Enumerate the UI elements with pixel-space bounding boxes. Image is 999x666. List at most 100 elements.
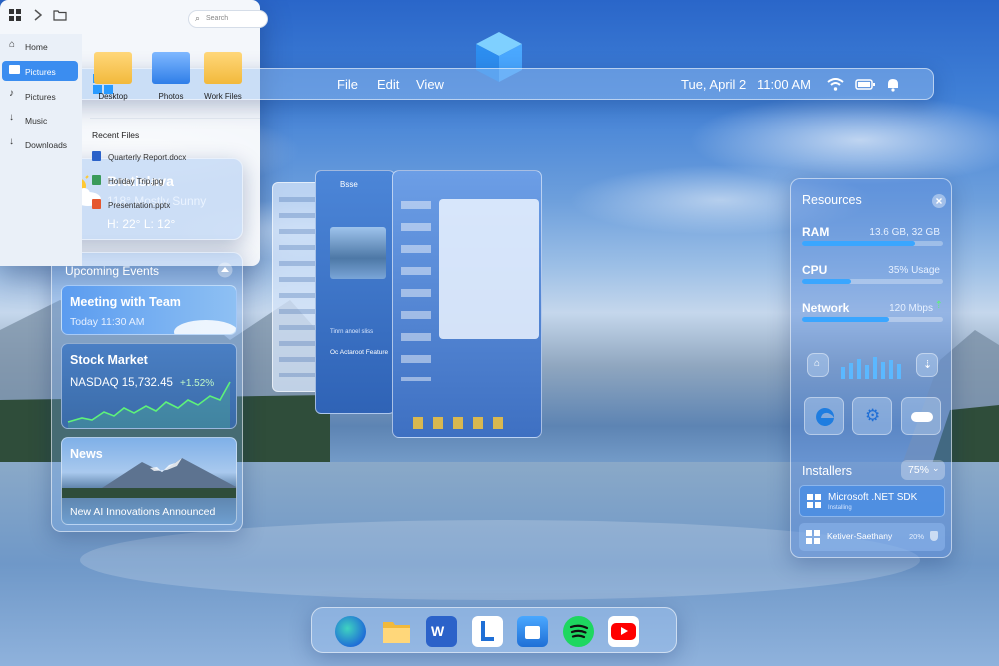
nav-pictures[interactable]: Pictures [25,92,56,102]
edge-icon[interactable] [335,616,366,647]
nav-home[interactable]: Home [25,42,48,52]
nav-downloads[interactable]: Downloads [25,140,67,150]
cpu-bar-fill [802,279,852,284]
menu-view[interactable]: View [416,77,444,92]
collapse-icon[interactable] [217,262,233,278]
play-icon [621,627,628,635]
search-placeholder: Search [206,15,229,22]
recent-file-1[interactable]: Quarterly Report.docx [108,153,186,162]
search-icon: ⌕ [195,13,201,23]
installer-name: Microsoft .NET SDK [828,492,918,503]
image-file-icon [92,175,101,185]
download-tile[interactable]: ⇣ [916,353,938,377]
divider [90,118,260,119]
window-preview-image [330,227,386,279]
installers-percent-dropdown[interactable]: 75% ⌄ [901,460,945,480]
window-title: Bsse [340,180,358,189]
network-bar-fill [802,317,890,322]
installers-percent: 75% [908,464,930,476]
window-footer-2: Oc Actaroot Feature [330,349,389,356]
events-header: Upcoming Events [65,264,160,278]
cpu-value: 35% Usage [888,265,940,276]
search-input[interactable]: ⌕ Search [188,10,268,28]
folder-photos-label[interactable]: Photos [141,92,201,101]
windows-logo-icon[interactable] [9,9,21,21]
background-window-2[interactable]: Bsse Tinrn anoel sliss Oc Actaroot Featu… [315,170,395,414]
installer-name: Ketiver-Saethany [827,531,893,541]
news-headline: New AI Innovations Announced [70,506,216,518]
installers-label: Installers [802,464,853,478]
installer-item-dotnet[interactable]: Microsoft .NET SDK Installing [799,485,945,517]
home-icon: ⌂ [9,39,16,50]
store-icon[interactable] [517,616,548,647]
download-icon: ↓ [9,112,14,123]
settings-tile[interactable]: ⚙ [852,397,892,435]
installer-status: Installing [828,505,852,511]
menu-file[interactable]: File [337,77,358,92]
shield-icon [930,531,938,541]
time-display: 11:00 AM [757,77,811,92]
toggle-tile[interactable] [901,397,941,435]
folder-work-files-label[interactable]: Work Files [193,92,253,101]
ram-bar [802,241,943,246]
network-bar [802,317,943,322]
date-display: Tue, April 2 [681,77,747,92]
recent-file-2[interactable]: Holiday Trip.jpg [108,177,163,186]
meeting-event-card[interactable]: Meeting with Team Today 11:30 AM [61,285,237,335]
notification-bell-icon[interactable] [886,77,900,92]
window-taskbar-row [413,417,511,429]
chevron-down-icon: ⌄ [932,463,940,473]
desktop-folder-icon[interactable] [94,52,132,84]
photos-folder-icon[interactable] [152,52,190,84]
powerpoint-file-icon [92,199,101,209]
taskbar-dock: W [311,607,677,653]
ram-value: 13.6 GB, 32 GB [869,227,940,238]
upcoming-events-widget: Upcoming Events Meeting with Team Today … [51,252,243,532]
menu-edit[interactable]: Edit [377,77,399,92]
chevron-right-icon[interactable] [34,9,42,21]
installer-item-second[interactable]: Ketiver-Saethany 20% [799,523,945,551]
toggle-icon [911,412,933,422]
word-icon[interactable]: W [426,616,457,647]
cloud-decoration [174,320,236,334]
stock-title: Stock Market [70,353,148,367]
installer-percent: 20% [909,532,925,541]
edge-tile[interactable] [804,397,844,435]
battery-icon[interactable] [855,79,875,90]
stock-market-card[interactable]: Stock Market NASDAQ 15,732.45 +1.52% [61,343,237,429]
nav-music[interactable]: Music [25,116,47,126]
nav-pictures-selected[interactable]: Pictures [25,67,56,77]
file-explorer-icon[interactable] [381,616,412,647]
ram-bar-fill [802,241,915,246]
word-letter-glyph: W [431,623,445,639]
resources-title: Resources [802,193,862,207]
network-label: Network [802,301,850,315]
folder-outline-icon [53,10,67,21]
home-tile[interactable]: ⌂ [807,353,829,377]
meeting-title: Meeting with Team [70,295,181,309]
windows-logo-icon [807,494,821,508]
close-icon[interactable] [932,194,946,208]
wifi-icon[interactable] [827,78,844,91]
office-icon[interactable] [472,616,503,647]
news-title: News [70,447,103,461]
youtube-icon[interactable] [608,616,639,647]
work-files-folder-icon[interactable] [204,52,242,84]
cpu-bar [802,279,943,284]
download-icon: ⇣ [923,359,933,371]
folder-desktop-label[interactable]: Desktop [83,92,143,101]
recent-files-header: Recent Files [92,130,140,140]
recent-file-3[interactable]: Presentation.pptx [108,201,170,210]
word-doc-icon [92,151,101,161]
background-window-1[interactable] [392,170,542,438]
spotify-icon[interactable] [563,616,594,647]
navigation-pane: ⌂ Home Pictures ♪ Pictures ↓ Music ↓ Dow… [0,34,82,266]
window-content-panel [439,199,539,339]
weather-high-low: H: 22° L: 12° [107,217,176,231]
news-card[interactable]: News New AI Innovations Announced [61,437,237,525]
window-sidebar [401,201,431,381]
activity-bars-chart [841,357,901,379]
download-icon: ↓ [9,136,14,147]
music-icon: ♪ [9,88,14,99]
office-glyph [481,621,494,641]
